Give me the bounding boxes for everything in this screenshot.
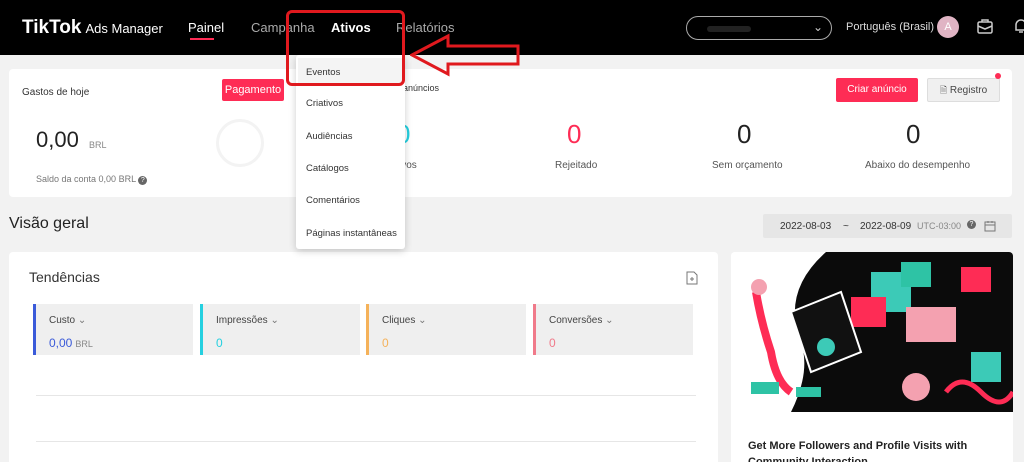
chevron-down-icon: ⌄ [77, 315, 87, 326]
ads-section-label: anúncios [403, 83, 440, 93]
trends-card: Tendências Custo ⌄ 0,00 BRL Impressões ⌄ … [9, 252, 718, 462]
promo-card[interactable]: Get More Followers and Profile Visits wi… [731, 252, 1013, 462]
chevron-down-icon: ⌄ [812, 20, 823, 34]
timezone: UTC-03:00 [917, 221, 962, 231]
menu-item-catalogos[interactable]: Catálogos [306, 163, 349, 174]
avatar[interactable]: A [937, 16, 959, 38]
chevron-down-icon: ⌄ [605, 315, 614, 326]
overview-title: Visão geral [9, 215, 89, 232]
create-ad-button[interactable]: Criar anúncio [836, 78, 918, 102]
chevron-down-icon: ⌄ [270, 315, 279, 326]
date-range-picker[interactable]: 2022-08-03 ~ 2022-08-09 UTC-03:00 ? [763, 214, 1012, 238]
briefcase-icon[interactable] [976, 17, 994, 35]
export-icon[interactable] [686, 271, 698, 285]
account-balance: Saldo da conta 0,00 BRL ? [36, 174, 148, 185]
date-start: 2022-08-03 [780, 221, 832, 232]
today-spend-card: Gastos de hoje Pagamento 0,00 BRL Saldo … [9, 69, 1012, 197]
stat-no-budget-value[interactable]: 0 [737, 119, 751, 150]
calendar-icon[interactable] [984, 220, 996, 232]
menu-item-criativos[interactable]: Criativos [306, 98, 343, 109]
promo-illustration [731, 252, 1013, 412]
document-icon: 🗎 [939, 85, 948, 95]
date-separator: ~ [843, 221, 849, 232]
metric-card-clicks[interactable]: Cliques ⌄ 0 [366, 304, 526, 355]
spend-value: 0,00 [36, 127, 79, 152]
promo-text: Get More Followers and Profile Visits wi… [748, 440, 968, 462]
date-end: 2022-08-09 [860, 221, 912, 232]
stat-no-budget-label: Sem orçamento [712, 160, 783, 171]
today-spend-label: Gastos de hoje [22, 87, 90, 98]
account-selector[interactable]: ⌄ [686, 16, 832, 40]
nav-painel[interactable]: Painel [188, 20, 224, 35]
spend-ring-chart [216, 119, 264, 167]
record-button[interactable]: 🗎 Registro [927, 78, 1000, 102]
metric-card-impressions[interactable]: Impressões ⌄ 0 [200, 304, 360, 355]
metric-card-conversions[interactable]: Conversões ⌄ 0 [533, 304, 693, 355]
chart-grid-line [36, 395, 696, 396]
stat-underperforming-label: Abaixo do desempenho [865, 160, 971, 171]
annotation-highlight-box [286, 10, 405, 86]
menu-item-paginas-instantaneas[interactable]: Páginas instantâneas [306, 228, 397, 239]
payment-button[interactable]: Pagamento [222, 79, 284, 101]
bell-icon[interactable] [1012, 17, 1024, 35]
redacted-account-name [707, 26, 751, 32]
chart-grid-line [36, 441, 696, 442]
nav-active-underline [190, 38, 214, 40]
stat-rejected-label: Rejeitado [555, 160, 598, 171]
logo[interactable]: TikTok Ads Manager [22, 17, 163, 39]
help-icon[interactable]: ? [138, 176, 148, 185]
trends-title: Tendências [29, 269, 100, 285]
menu-item-comentarios[interactable]: Comentários [306, 195, 360, 206]
language-selector[interactable]: Português (Brasil) [846, 21, 934, 33]
annotation-arrow-icon [410, 33, 520, 77]
notification-dot [995, 73, 1001, 79]
spend-currency: BRL [89, 140, 107, 150]
menu-item-audiencias[interactable]: Audiências [306, 131, 352, 142]
chevron-down-icon: ⌄ [418, 315, 427, 326]
stat-underperforming-value[interactable]: 0 [906, 119, 920, 150]
help-icon[interactable]: ? [967, 220, 976, 229]
stat-rejected-value[interactable]: 0 [567, 119, 581, 150]
metric-card-cost[interactable]: Custo ⌄ 0,00 BRL [33, 304, 193, 355]
